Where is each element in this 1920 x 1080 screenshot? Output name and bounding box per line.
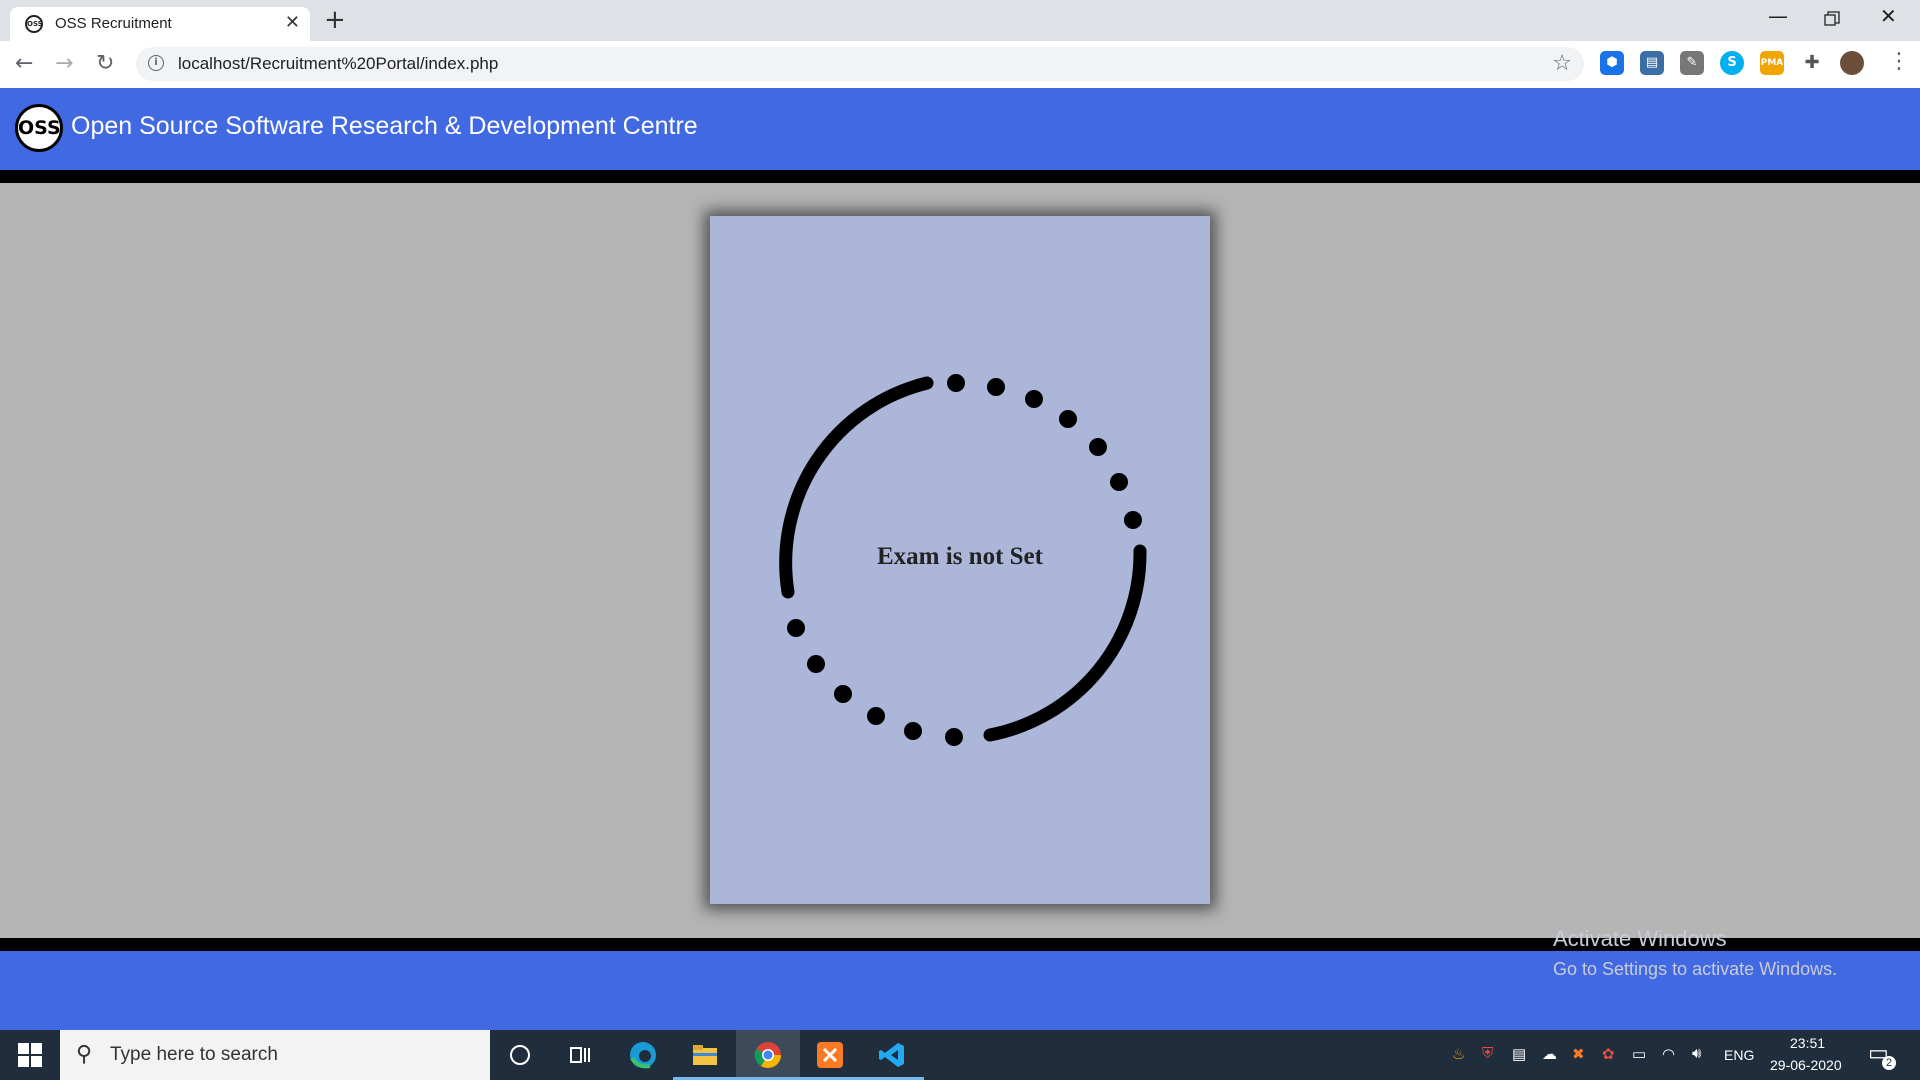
spinner-dot [1059, 410, 1077, 428]
spinner-dot [1124, 511, 1142, 529]
eyedropper-icon[interactable]: ✎ [1680, 51, 1704, 75]
edge-icon[interactable] [628, 1040, 658, 1070]
address-bar[interactable]: i localhost/Recruitment%20Portal/index.p… [136, 47, 1584, 81]
wifi-icon[interactable]: ◠ [1662, 1045, 1675, 1063]
site-title: Open Source Software Research & Developm… [71, 112, 698, 140]
minimize-icon[interactable]: — [1768, 4, 1788, 28]
extension-printer-icon[interactable]: ▤ [1640, 51, 1664, 75]
xampp-tray-icon[interactable]: ✖ [1572, 1045, 1585, 1063]
search-icon: ⚲ [76, 1042, 93, 1067]
spinner-dot [787, 619, 805, 637]
spinner-dot [1089, 438, 1107, 456]
security-tray-icon[interactable]: ⛨ [1482, 1045, 1493, 1062]
bookmark-star-icon[interactable]: ☆ [1552, 51, 1572, 76]
spinner-dot [1110, 473, 1128, 491]
tab-close-icon[interactable]: ✕ [285, 12, 300, 33]
cortana-icon[interactable] [505, 1040, 535, 1070]
notification-count-badge: 2 [1882, 1056, 1896, 1070]
app-tray-icon[interactable]: ▤ [1512, 1045, 1526, 1063]
volume-icon[interactable]: 🔊︎ [1692, 1045, 1701, 1062]
browser-toolbar: ← → ↻ i localhost/Recruitment%20Portal/i… [0, 41, 1920, 89]
browser-tabstrip: OSS OSS Recruitment ✕ + — ✕ [0, 0, 1920, 41]
chrome-icon[interactable] [753, 1040, 783, 1070]
oss-logo: OSS [15, 104, 63, 152]
extension-hexagon-icon[interactable]: ⬢ [1600, 51, 1624, 75]
spinner-dot [867, 707, 885, 725]
network-monitor-tray-icon[interactable]: ✿ [1602, 1045, 1615, 1063]
language-indicator[interactable]: ENG [1724, 1047, 1754, 1063]
site-header: OSS Open Source Software Research & Deve… [0, 88, 1920, 170]
task-view-icon[interactable] [565, 1040, 595, 1070]
restore-icon[interactable] [1824, 8, 1840, 32]
cloud-tray-icon[interactable]: ☁ [1542, 1045, 1557, 1063]
activate-windows-subtitle: Go to Settings to activate Windows. [1553, 959, 1838, 979]
spinner-dot [807, 655, 825, 673]
exam-status-message: Exam is not Set [877, 543, 1043, 570]
search-placeholder: Type here to search [110, 1044, 278, 1065]
xampp-icon[interactable] [815, 1040, 845, 1070]
windows-taskbar: ⚲ Type here to search ♨ ⛨ ▤ ☁ ✖ ✿ ▭ ◠ 🔊︎… [0, 1030, 1920, 1080]
puzzle-icon[interactable]: ✚ [1800, 51, 1824, 75]
browser-tab[interactable]: OSS OSS Recruitment ✕ [10, 7, 310, 41]
file-explorer-icon[interactable] [690, 1040, 720, 1070]
phpmyadmin-icon[interactable]: PMA [1760, 51, 1784, 75]
back-icon[interactable]: ← [15, 51, 33, 76]
spinner-dot [834, 685, 852, 703]
spinner-dot [945, 728, 963, 746]
clock-time[interactable]: 23:51 [1790, 1035, 1825, 1051]
window-close-icon[interactable]: ✕ [1880, 4, 1897, 28]
skype-icon[interactable]: S [1720, 51, 1744, 75]
spinner-dot [947, 374, 965, 392]
spinner-dot [987, 378, 1005, 396]
clock-date[interactable]: 29-06-2020 [1770, 1057, 1842, 1073]
java-tray-icon[interactable]: ♨ [1452, 1045, 1465, 1063]
forward-icon[interactable]: → [55, 51, 73, 76]
spinner-dot [904, 722, 922, 740]
browser-menu-icon[interactable]: ⋮ [1888, 49, 1910, 74]
header-divider [0, 170, 1920, 183]
taskbar-search-box[interactable]: ⚲ Type here to search [60, 1030, 490, 1080]
tab-favicon: OSS [25, 15, 43, 33]
new-tab-button[interactable]: + [324, 5, 346, 35]
url-text[interactable]: localhost/Recruitment%20Portal/index.php [178, 54, 498, 74]
reload-icon[interactable]: ↻ [96, 51, 114, 76]
battery-icon[interactable]: ▭ [1632, 1045, 1646, 1063]
site-info-icon[interactable]: i [148, 55, 164, 71]
activate-windows-title: Activate Windows [1553, 926, 1727, 951]
exam-card: Exam is not Set [710, 216, 1210, 904]
spinner-dot [1025, 390, 1043, 408]
start-button[interactable] [18, 1043, 42, 1067]
tab-title: OSS Recruitment [55, 15, 172, 32]
spinner-arc-bottom-right [983, 544, 1147, 742]
profile-avatar[interactable] [1840, 51, 1864, 75]
vscode-icon[interactable] [877, 1040, 907, 1070]
